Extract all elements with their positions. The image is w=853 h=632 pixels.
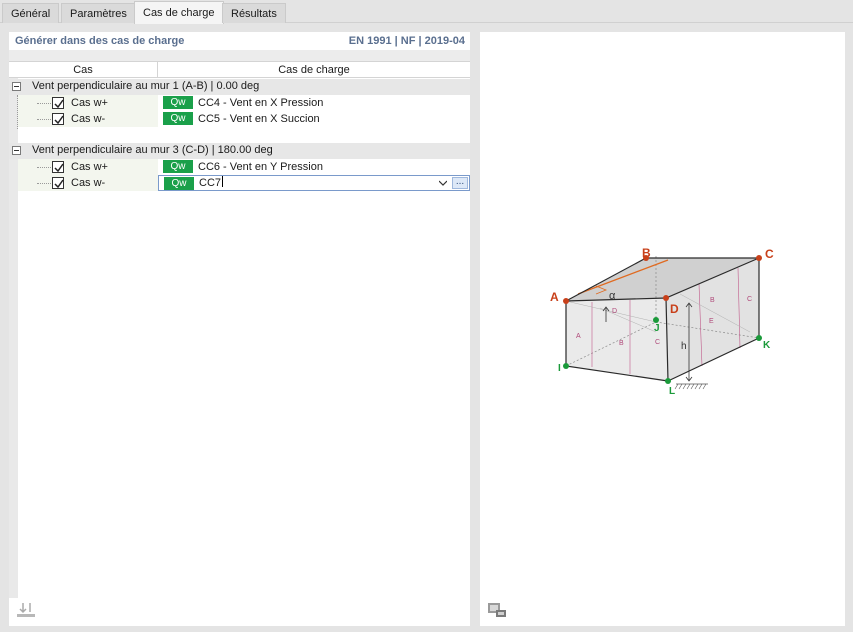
- section-title: Générer dans des cas de charge: [15, 35, 185, 47]
- load-type-badge: Qw: [163, 160, 193, 173]
- group-row[interactable]: Vent perpendiculaire au mur 3 (C-D) | 18…: [9, 143, 470, 159]
- zone-c-front: C: [655, 339, 660, 346]
- load-type-badge: Qw: [164, 177, 194, 190]
- point-a: [563, 298, 569, 304]
- column-header-cas[interactable]: Cas: [9, 61, 158, 78]
- point-k: [756, 335, 762, 341]
- point-d: [663, 295, 669, 301]
- label-j: J: [654, 323, 660, 334]
- tab-resultats[interactable]: Résultats: [222, 3, 286, 23]
- load-cases-panel: Générer dans des cas de charge EN 1991 |…: [9, 32, 470, 626]
- load-case-value[interactable]: CC5 - Vent en X Succion: [198, 112, 320, 126]
- load-case-value[interactable]: CC4 - Vent en X Pression: [198, 96, 323, 110]
- cas-label: Cas w-: [71, 177, 106, 189]
- height-label: h: [681, 341, 687, 352]
- label-b: B: [642, 246, 651, 260]
- checkbox[interactable]: [52, 161, 64, 173]
- load-type-badge: Qw: [163, 96, 193, 109]
- diagram-panel: A B C D I J K L α h A B C D B E C: [480, 32, 845, 626]
- cas-label: Cas w-: [71, 113, 106, 125]
- cas-label: Cas w+: [71, 161, 108, 173]
- zone-b-side: B: [710, 297, 715, 304]
- load-type-badge: Qw: [163, 112, 193, 125]
- ellipsis-button[interactable]: ...: [452, 177, 468, 189]
- table-row[interactable]: Cas w+ Qw CC6 - Vent en Y Pression: [9, 159, 470, 175]
- norm-label: EN 1991 | NF | 2019-04: [348, 35, 465, 47]
- tab-general[interactable]: Général: [2, 3, 60, 23]
- zone-d: D: [612, 308, 617, 315]
- tree-branch: [37, 119, 51, 120]
- zone-a: A: [576, 333, 581, 340]
- tree-branch: [37, 103, 51, 104]
- tab-cas-de-charge[interactable]: Cas de charge: [134, 1, 224, 24]
- table-row[interactable]: Cas w- Qw CC7 ...: [9, 175, 470, 191]
- label-i: I: [558, 363, 561, 374]
- tab-bar: Général Paramètres Cas de charge Résulta…: [0, 0, 853, 24]
- table-row[interactable]: Cas w- Qw CC5 - Vent en X Succion: [9, 111, 470, 127]
- label-a: A: [550, 290, 559, 304]
- tab-parametres[interactable]: Paramètres: [61, 3, 136, 23]
- group-label: Vent perpendiculaire au mur 1 (A-B) | 0.…: [32, 80, 260, 92]
- group-row[interactable]: Vent perpendiculaire au mur 1 (A-B) | 0.…: [9, 79, 470, 95]
- export-icon[interactable]: [15, 600, 39, 620]
- column-header-cas-de-charge[interactable]: Cas de charge: [158, 61, 470, 78]
- zone-c-side: C: [747, 296, 752, 303]
- group-label: Vent perpendiculaire au mur 3 (C-D) | 18…: [32, 144, 273, 156]
- checkbox[interactable]: [52, 177, 64, 189]
- text-caret: [222, 176, 224, 187]
- collapse-icon[interactable]: [12, 146, 21, 155]
- tree-branch: [37, 183, 51, 184]
- load-case-input[interactable]: CC7: [199, 176, 224, 190]
- label-k: K: [763, 340, 771, 351]
- zone-e: E: [709, 318, 714, 325]
- building-wind-diagram: A B C D I J K L α h A B C D B E C: [550, 246, 774, 397]
- alpha-label: α: [609, 290, 616, 302]
- load-case-combobox[interactable]: Qw CC7 ...: [158, 175, 470, 191]
- label-c: C: [765, 247, 774, 261]
- tree-branch: [37, 167, 51, 168]
- checkbox[interactable]: [52, 97, 64, 109]
- chevron-down-icon[interactable]: [439, 179, 447, 187]
- point-l: [665, 378, 671, 384]
- table-row[interactable]: Cas w+ Qw CC4 - Vent en X Pression: [9, 95, 470, 111]
- label-l: L: [669, 386, 675, 397]
- separator: [9, 50, 470, 61]
- point-i: [563, 363, 569, 369]
- point-c: [756, 255, 762, 261]
- print-image-icon[interactable]: [485, 599, 509, 619]
- load-case-value[interactable]: CC6 - Vent en Y Pression: [198, 160, 323, 174]
- load-case-input-text: CC7: [199, 177, 222, 189]
- cas-label: Cas w+: [71, 97, 108, 109]
- checkbox[interactable]: [52, 113, 64, 125]
- zone-b-front: B: [619, 340, 624, 347]
- label-d: D: [670, 302, 679, 316]
- collapse-icon[interactable]: [12, 82, 21, 91]
